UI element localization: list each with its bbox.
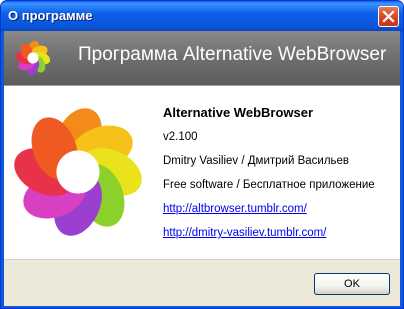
window-title: О программе bbox=[8, 8, 93, 23]
ok-button[interactable]: OK bbox=[314, 273, 390, 295]
license-text: Free software / Бесплатное приложение bbox=[163, 179, 375, 191]
header-banner: Программа Alternative WebBrowser bbox=[4, 31, 400, 85]
button-bar: OK bbox=[4, 259, 400, 306]
title-bar[interactable]: О программе bbox=[1, 1, 403, 31]
author-link[interactable]: http://dmitry-vasiliev.tumblr.com/ bbox=[163, 227, 326, 239]
header-divider bbox=[4, 85, 400, 86]
blog-link[interactable]: http://altbrowser.tumblr.com/ bbox=[163, 203, 307, 215]
about-dialog: О программе Программа Alternative WebBro… bbox=[0, 0, 404, 309]
app-logo-icon bbox=[15, 40, 51, 76]
author-text: Dmitry Vasiliev / Дмитрий Васильев bbox=[163, 155, 350, 167]
app-logo-large-icon bbox=[14, 108, 142, 236]
app-name: Alternative WebBrowser bbox=[163, 105, 314, 120]
close-button[interactable] bbox=[378, 6, 399, 27]
header-title: Программа Alternative WebBrowser bbox=[78, 44, 387, 65]
version-text: v2.100 bbox=[163, 131, 198, 143]
close-icon bbox=[382, 10, 395, 23]
dialog-client: Программа Alternative WebBrowser Alterna… bbox=[4, 31, 400, 306]
